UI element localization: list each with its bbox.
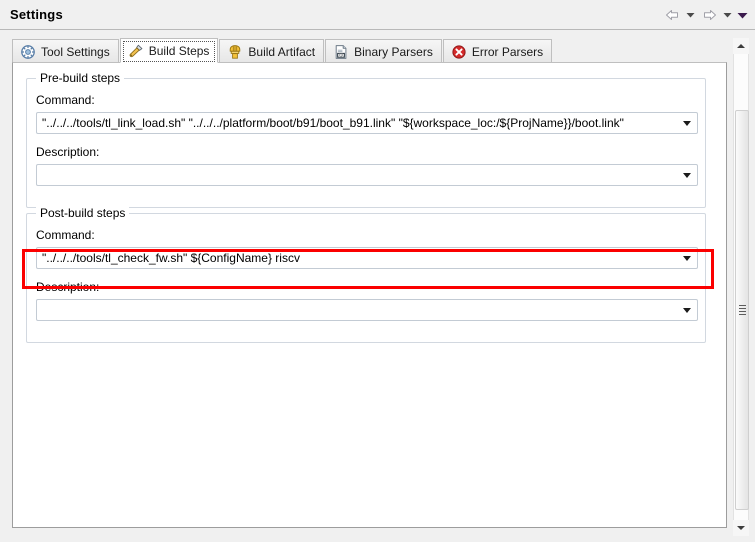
forward-history-chevron-down-icon[interactable] [721,5,734,25]
settings-title-bar: Settings [0,0,755,30]
svg-text:010: 010 [338,52,346,57]
post-build-command-label: Command: [36,228,95,242]
pre-build-command-label: Command: [36,93,95,107]
build-steps-panel: Pre-build steps Command: "../../../tools… [12,62,727,528]
post-build-group-title: Post-build steps [36,206,130,220]
pre-build-description-combo[interactable] [36,164,698,186]
vertical-scrollbar[interactable] [733,38,749,536]
pre-build-group-title: Pre-build steps [36,71,125,85]
pre-build-steps-group: Pre-build steps Command: "../../../tools… [26,71,706,208]
pre-build-command-dropdown-arrow-icon[interactable] [677,113,697,133]
tab-label: Binary Parsers [354,44,433,59]
scrollbar-thumb[interactable] [735,110,749,510]
page-title: Settings [10,7,63,22]
pre-build-command-value[interactable]: "../../../tools/tl_link_load.sh" "../../… [37,113,677,133]
post-build-description-combo[interactable] [36,299,698,321]
scroll-up-arrow-icon[interactable] [733,38,749,54]
error-parsers-icon [452,44,466,59]
back-history-chevron-down-icon[interactable] [684,5,697,25]
scroll-down-arrow-icon[interactable] [733,520,749,536]
post-build-command-dropdown-arrow-icon[interactable] [677,248,697,268]
post-build-description-label: Description: [36,280,100,294]
tab-label: Build Artifact [248,44,316,59]
post-build-command-value[interactable]: "../../../tools/tl_check_fw.sh" ${Config… [37,248,677,268]
tab-build-artifact[interactable]: Build Artifact [219,39,325,63]
binary-parsers-icon: 010 [335,44,347,59]
view-menu-icon[interactable] [736,5,749,25]
pre-build-command-combo[interactable]: "../../../tools/tl_link_load.sh" "../../… [36,112,698,134]
tab-label: Build Steps [148,43,210,58]
tab-tool-settings[interactable]: Tool Settings [12,39,119,63]
build-steps-icon [129,44,143,57]
post-build-command-combo[interactable]: "../../../tools/tl_check_fw.sh" ${Config… [36,247,698,269]
pre-build-description-dropdown-arrow-icon[interactable] [677,165,697,185]
tool-settings-icon [21,44,35,59]
scrollbar-track[interactable] [733,54,749,520]
forward-arrow-icon[interactable] [699,5,719,25]
post-build-description-dropdown-arrow-icon[interactable] [677,300,697,320]
post-build-steps-group: Post-build steps Command: "../../../tool… [26,206,706,343]
back-arrow-icon[interactable] [662,5,682,25]
pre-build-description-label: Description: [36,145,100,159]
navigation-toolbar [662,5,749,25]
tab-label: Tool Settings [41,44,110,59]
scrollbar-grip-icon [739,305,746,315]
tab-label: Error Parsers [471,44,544,59]
tab-error-parsers[interactable]: Error Parsers [442,39,553,63]
tab-binary-parsers[interactable]: 010 Binary Parsers [325,39,442,63]
settings-tab-bar: Tool Settings Build Steps Build Artifact… [12,38,727,63]
tab-build-steps[interactable]: Build Steps [119,38,219,63]
build-artifact-icon [230,44,241,59]
